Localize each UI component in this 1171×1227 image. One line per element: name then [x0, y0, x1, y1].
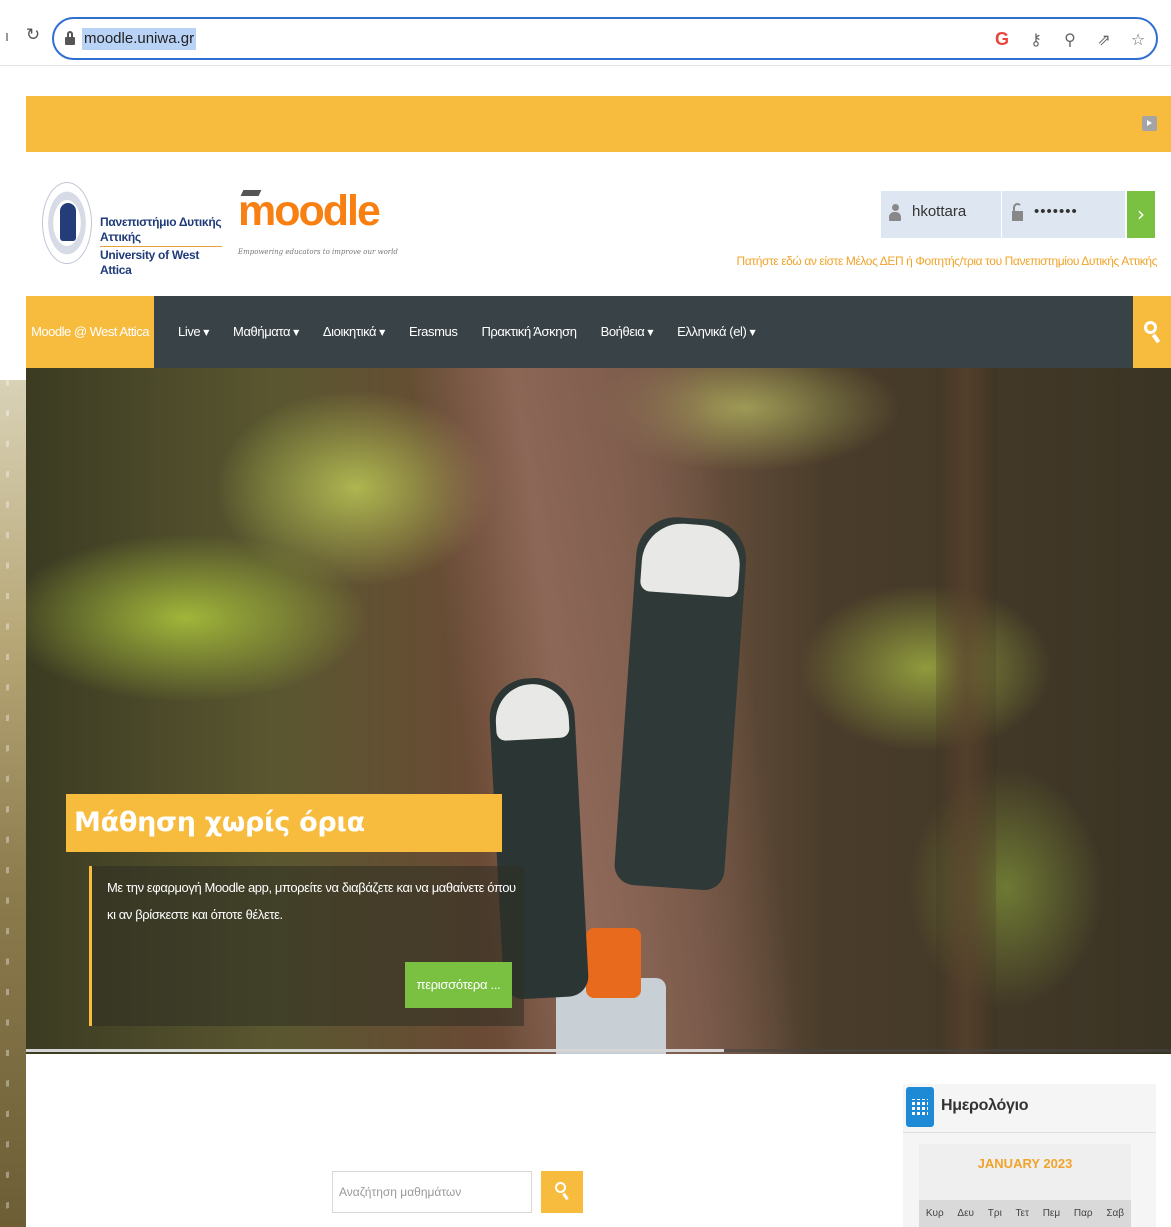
caret-down-icon: ▼ — [749, 328, 756, 337]
zoom-icon[interactable]: ⚲ — [1060, 30, 1080, 49]
nav-item-label: Erasmus — [408, 324, 458, 339]
course-search-form — [332, 1171, 583, 1213]
weekday-label: Κυρ — [925, 1208, 944, 1219]
site-header: Πανεπιστήμιο Δυτικής Αττικής University … — [26, 152, 1171, 296]
password-value[interactable]: ••••••• — [1034, 203, 1078, 220]
university-name: Πανεπιστήμιο Δυτικής Αττικής University … — [100, 215, 232, 278]
university-seal-icon — [42, 182, 92, 264]
top-banner — [26, 96, 1171, 152]
nav-item-help[interactable]: Βοήθεια ▼ — [589, 296, 666, 368]
slide-caption: Με την εφαρμογή Moodle app, μπορείτε να … — [89, 866, 524, 1026]
hero-image-sock — [586, 928, 641, 998]
nav-item-label: Πρακτική Άσκηση — [481, 324, 577, 339]
university-logo[interactable]: Πανεπιστήμιο Δυτικής Αττικής University … — [42, 182, 232, 277]
slide-title: Μάθηση χωρίς όρια — [66, 794, 502, 852]
username-value[interactable]: hkottara — [912, 203, 966, 220]
graduation-cap-icon — [240, 190, 262, 196]
moodle-tagline: Empowering educators to improve our worl… — [238, 248, 398, 256]
nav-menu: Live ▼ Μαθήματα ▼ Διοικητικά ▼ Erasmus Πρακ… — [166, 296, 767, 368]
bookmark-star-icon[interactable]: ☆ — [1128, 30, 1148, 49]
google-translate-icon[interactable]: G — [992, 29, 1012, 50]
nav-item-courses[interactable]: Μαθήματα ▼ — [221, 296, 311, 368]
url-text[interactable]: moodle.uniwa.gr — [82, 28, 197, 50]
password-field[interactable]: ••••••• — [1001, 191, 1125, 238]
main-navigation: Moodle @ West Attica Live ▼ Μαθήματα ▼ Διο… — [26, 296, 1171, 368]
back-button-fragment[interactable] — [6, 33, 8, 41]
nav-item-label: Βοήθεια — [600, 324, 645, 339]
slide-more-button[interactable]: περισσότερα ... — [405, 962, 512, 1008]
calendar-month: JANUARY 2023 Κυρ Δευ Τρι Τετ Πεμ Παρ Σαβ — [919, 1144, 1131, 1227]
calendar-block: Ημερολόγιο JANUARY 2023 Κυρ Δευ Τρι Τετ … — [903, 1084, 1156, 1227]
hero-image-tree — [936, 368, 996, 1054]
padlock-icon — [1012, 203, 1023, 221]
slide-caption-text: Με την εφαρμογή Moodle app, μπορείτε να … — [107, 880, 516, 922]
search-icon — [1144, 321, 1157, 334]
nav-item-live[interactable]: Live ▼ — [166, 296, 221, 368]
calendar-title: Ημερολόγιο — [941, 1097, 1029, 1114]
caret-down-icon: ▼ — [647, 328, 654, 337]
weekday-label: Δευ — [957, 1208, 975, 1219]
weekday-label: Παρ — [1073, 1208, 1093, 1219]
login-submit-button[interactable]: › — [1127, 191, 1155, 238]
weekday-label: Σαβ — [1106, 1208, 1125, 1219]
reload-icon[interactable]: ↻ — [22, 24, 44, 46]
institutional-login-link[interactable]: Πατήστε εδώ αν είστε Μέλος ΔΕΠ ή Φοιτητή… — [737, 254, 1158, 268]
weekday-label: Τετ — [1015, 1208, 1029, 1219]
toggle-panel-icon[interactable] — [1142, 116, 1157, 131]
slider-progress-fill — [26, 1049, 725, 1052]
background-grass-decoration — [0, 380, 26, 1227]
slider-progress-bar — [26, 1049, 1171, 1052]
university-name-greek: Πανεπιστήμιο Δυτικής Αττικής — [100, 215, 222, 244]
share-icon[interactable]: ⇗ — [1094, 30, 1114, 49]
caret-down-icon: ▼ — [379, 328, 385, 337]
nav-item-administrative[interactable]: Διοικητικά ▼ — [311, 296, 397, 368]
weekday-label: Τρι — [987, 1208, 1002, 1219]
address-bar[interactable]: moodle.uniwa.gr G ⚷ ⚲ ⇗ ☆ — [52, 17, 1158, 60]
weekday-label: Πεμ — [1042, 1208, 1061, 1219]
caret-down-icon: ▼ — [203, 328, 210, 337]
key-icon[interactable]: ⚷ — [1026, 30, 1046, 49]
university-name-english: University of West Attica — [100, 248, 200, 277]
nav-item-label: Διοικητικά — [322, 324, 377, 339]
username-field[interactable]: hkottara — [881, 191, 1001, 238]
course-search-input[interactable] — [332, 1171, 532, 1213]
calendar-icon — [906, 1087, 934, 1127]
caret-down-icon: ▼ — [293, 328, 299, 337]
browser-toolbar: ↻ moodle.uniwa.gr G ⚷ ⚲ ⇗ ☆ — [0, 0, 1171, 66]
user-icon — [889, 204, 901, 222]
nav-item-label: Μαθήματα — [233, 324, 291, 339]
hero-slider[interactable]: Μάθηση χωρίς όρια Με την εφαρμογή Moodle… — [26, 368, 1171, 1054]
main-content: Ημερολόγιο JANUARY 2023 Κυρ Δευ Τρι Τετ … — [26, 1054, 1171, 1227]
nav-item-language[interactable]: Ελληνικά (el) ▼ — [665, 296, 767, 368]
lock-icon[interactable] — [65, 31, 75, 45]
nav-search-button[interactable] — [1133, 296, 1171, 368]
nav-item-label: Live — [178, 324, 201, 339]
nav-item-label: Ελληνικά (el) — [677, 324, 747, 339]
address-bar-actions: G ⚷ ⚲ ⇗ ☆ — [992, 27, 1148, 51]
calendar-weekday-header: Κυρ Δευ Τρι Τετ Πεμ Παρ Σαβ — [919, 1200, 1131, 1227]
course-search-button[interactable] — [541, 1171, 583, 1213]
calendar-month-label[interactable]: JANUARY 2023 — [919, 1156, 1131, 1171]
nav-item-internship[interactable]: Πρακτική Άσκηση — [469, 296, 588, 368]
nav-item-erasmus[interactable]: Erasmus — [397, 296, 470, 368]
moodle-logo[interactable]: moodle Empowering educators to improve o… — [238, 186, 398, 266]
nav-home-link[interactable]: Moodle @ West Attica — [26, 296, 154, 368]
